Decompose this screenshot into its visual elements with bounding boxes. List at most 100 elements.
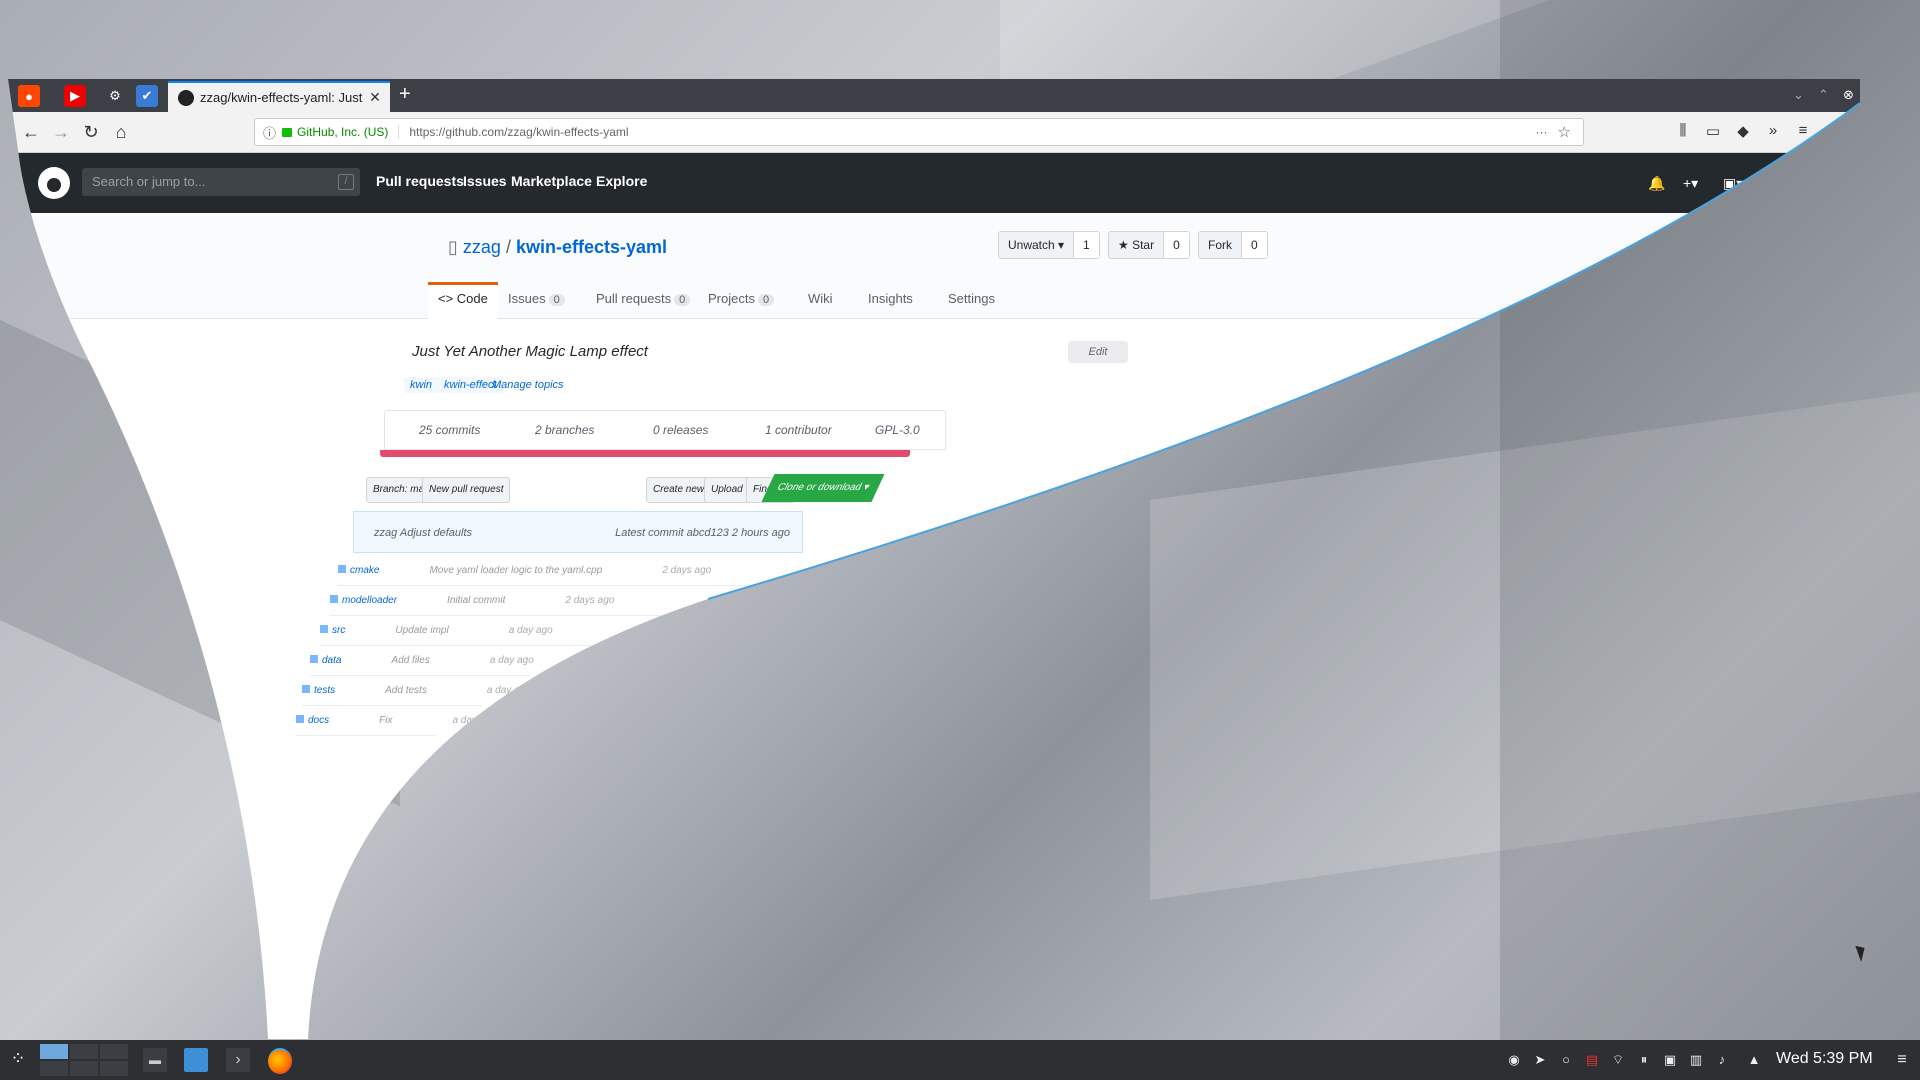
nav-explore[interactable]: Explore bbox=[596, 173, 647, 189]
edit-description-button[interactable]: Edit bbox=[1068, 341, 1128, 363]
clock[interactable]: Wed 5:39 PM bbox=[1776, 1050, 1873, 1068]
github-logo-icon[interactable] bbox=[38, 167, 70, 199]
firefox-task-icon[interactable] bbox=[268, 1048, 292, 1074]
site-identity[interactable]: GitHub, Inc. (US) bbox=[297, 125, 399, 139]
page-actions-icon[interactable]: ··· bbox=[1536, 125, 1548, 139]
file-name[interactable]: data bbox=[322, 655, 341, 666]
keyboard-layout-us-flag-icon[interactable]: ▤ bbox=[1584, 1052, 1600, 1068]
url-text[interactable]: https://github.com/zzag/kwin-effects-yam… bbox=[409, 125, 1535, 139]
new-pull-request-button[interactable]: New pull request bbox=[422, 477, 510, 503]
keepassxc-tray-icon[interactable]: ◉ bbox=[1506, 1052, 1522, 1068]
bookmark-star-icon[interactable]: ☆ bbox=[1558, 123, 1571, 141]
telegram-tray-icon[interactable]: ➤ bbox=[1532, 1052, 1548, 1068]
table-row[interactable]: data Add files a day ago bbox=[310, 647, 530, 676]
repo-name-link[interactable]: kwin-effects-yaml bbox=[516, 237, 667, 257]
commits-count[interactable]: 25 commits bbox=[419, 423, 480, 437]
fork-button[interactable]: Fork 0 bbox=[1198, 231, 1268, 259]
manage-topics-link[interactable]: Manage topics bbox=[492, 379, 564, 391]
tab-projects[interactable]: Projects 0 bbox=[708, 291, 774, 306]
youtube-pinned-tab-icon[interactable]: ▶ bbox=[64, 85, 86, 107]
nav-marketplace[interactable]: Marketplace bbox=[511, 173, 592, 189]
reload-icon[interactable]: ↻ bbox=[80, 121, 102, 143]
reddit-pinned-tab-icon[interactable]: ● bbox=[18, 85, 40, 107]
clipboard-icon[interactable]: ▥ bbox=[1688, 1052, 1704, 1068]
contributors-count[interactable]: 1 contributor bbox=[765, 423, 832, 437]
mail-pinned-tab-icon[interactable]: ✔ bbox=[136, 85, 158, 107]
file-name[interactable]: docs bbox=[308, 715, 329, 726]
media-pause-icon[interactable]: ⏸ bbox=[1636, 1052, 1652, 1068]
pager-desktop-6[interactable] bbox=[100, 1061, 128, 1076]
pager-desktop-3[interactable] bbox=[100, 1044, 128, 1059]
maximize-icon[interactable]: ⌃ bbox=[1818, 87, 1829, 103]
table-row[interactable]: docs Fix a day ago bbox=[296, 707, 436, 736]
file-commit-message[interactable]: Fix bbox=[379, 715, 392, 726]
topic-tag[interactable]: kwin bbox=[404, 377, 438, 393]
settings-pinned-tab-icon[interactable]: ⚙ bbox=[104, 85, 126, 107]
github-search-input[interactable]: Search or jump to... / bbox=[82, 168, 360, 196]
library-icon[interactable]: ⫼ bbox=[1672, 122, 1694, 142]
forward-icon[interactable]: → bbox=[50, 121, 72, 143]
table-row[interactable]: cmake Move yaml loader logic to the yaml.… bbox=[338, 557, 778, 586]
pager-desktop-2[interactable] bbox=[70, 1044, 98, 1059]
extension-icon[interactable]: ◆ bbox=[1732, 122, 1754, 142]
releases-count[interactable]: 0 releases bbox=[653, 423, 708, 437]
back-icon[interactable]: ← bbox=[20, 121, 42, 143]
close-tab-icon[interactable]: ✕ bbox=[366, 89, 384, 106]
konsole-icon[interactable]: › bbox=[226, 1048, 250, 1072]
wifi-icon[interactable]: ⌔ bbox=[1610, 1052, 1626, 1068]
pager-desktop-1[interactable] bbox=[40, 1044, 68, 1059]
create-new-icon[interactable]: +▾ bbox=[1683, 175, 1698, 192]
table-row[interactable]: src Update impl a day ago bbox=[320, 617, 600, 646]
unwatch-button[interactable]: Unwatch ▾ 1 bbox=[998, 231, 1100, 259]
tab-settings[interactable]: Settings bbox=[948, 291, 995, 306]
watch-count[interactable]: 1 bbox=[1073, 232, 1099, 258]
sidebar-icon[interactable]: ▭ bbox=[1702, 122, 1724, 142]
expand-tray-icon[interactable]: ▲ bbox=[1746, 1052, 1762, 1068]
latest-commit-message[interactable]: zzag Adjust defaults bbox=[374, 527, 472, 539]
panel-menu-icon[interactable]: ≡ bbox=[1894, 1052, 1910, 1068]
license-link[interactable]: GPL-3.0 bbox=[875, 423, 920, 437]
language-bar[interactable] bbox=[380, 450, 910, 457]
home-icon[interactable]: ⌂ bbox=[110, 121, 132, 143]
volume-icon[interactable]: ♪ bbox=[1714, 1052, 1730, 1068]
latest-commit-meta[interactable]: Latest commit abcd123 2 hours ago bbox=[615, 527, 790, 539]
nav-issues[interactable]: Issues bbox=[463, 173, 507, 189]
minimize-icon[interactable]: ⌄ bbox=[1793, 87, 1804, 103]
file-commit-message[interactable]: Add files bbox=[391, 655, 429, 666]
new-tab-button[interactable]: + bbox=[399, 83, 411, 106]
file-name[interactable]: src bbox=[332, 625, 345, 636]
lock-tray-icon[interactable]: ▣ bbox=[1662, 1052, 1678, 1068]
status-ring-tray-icon[interactable]: ○ bbox=[1558, 1052, 1574, 1068]
nav-pull-requests[interactable]: Pull requests bbox=[376, 173, 464, 189]
pager-desktop-4[interactable] bbox=[40, 1061, 68, 1076]
fork-count[interactable]: 0 bbox=[1241, 232, 1267, 258]
site-info-icon[interactable]: ⓘ bbox=[263, 123, 276, 142]
file-commit-message[interactable]: Move yaml loader logic to the yaml.cpp bbox=[429, 565, 602, 576]
close-window-icon[interactable]: ⊗ bbox=[1843, 87, 1854, 103]
repo-owner-link[interactable]: zzag bbox=[463, 237, 501, 257]
overflow-icon[interactable]: » bbox=[1762, 122, 1784, 142]
branches-count[interactable]: 2 branches bbox=[535, 423, 594, 437]
star-count[interactable]: 0 bbox=[1163, 232, 1189, 258]
file-commit-message[interactable]: Update impl bbox=[395, 625, 448, 636]
tab-code[interactable]: <> Code bbox=[428, 282, 498, 319]
table-row[interactable]: modelloader Initial commit 2 days ago bbox=[330, 587, 690, 616]
file-commit-message[interactable]: Initial commit bbox=[447, 595, 505, 606]
tab-active[interactable]: zzag/kwin-effects-yaml: Just ✕ bbox=[168, 81, 390, 112]
pager-desktop-5[interactable] bbox=[70, 1061, 98, 1076]
tab-insights[interactable]: Insights bbox=[868, 291, 913, 306]
tab-pull-requests[interactable]: Pull requests 0 bbox=[596, 291, 690, 306]
file-commit-message[interactable]: Add tests bbox=[385, 685, 427, 696]
tab-wiki[interactable]: Wiki bbox=[808, 291, 833, 306]
notifications-icon[interactable]: 🔔 bbox=[1648, 175, 1665, 192]
file-name[interactable]: tests bbox=[314, 685, 335, 696]
task-manager-terminal-icon[interactable]: ▬ bbox=[143, 1048, 167, 1072]
file-manager-icon[interactable] bbox=[184, 1048, 208, 1072]
table-row[interactable]: tests Add tests a day ago bbox=[302, 677, 482, 706]
application-launcher-icon[interactable]: ⁘ bbox=[6, 1048, 30, 1072]
file-name[interactable]: cmake bbox=[350, 565, 379, 576]
url-bar[interactable]: ⓘ GitHub, Inc. (US) https://github.com/z… bbox=[254, 118, 1584, 146]
star-button[interactable]: ★ Star 0 bbox=[1108, 231, 1190, 259]
clone-download-button[interactable]: Clone or download ▾ bbox=[761, 474, 884, 502]
file-name[interactable]: modelloader bbox=[342, 595, 397, 606]
